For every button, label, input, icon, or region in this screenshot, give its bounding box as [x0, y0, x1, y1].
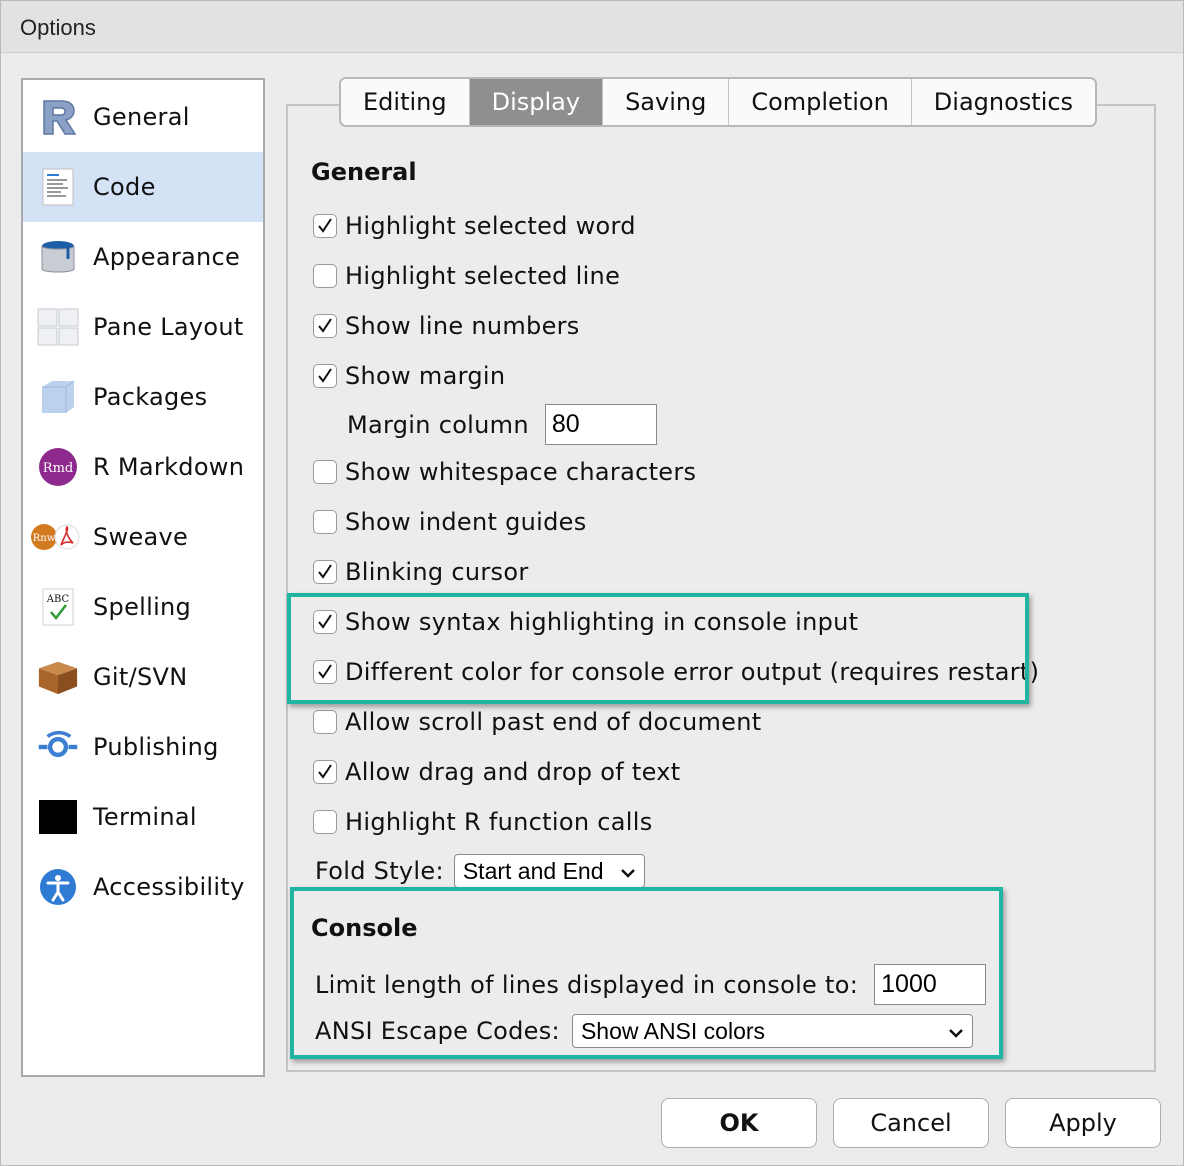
sidebar-item-appearance[interactable]: Appearance: [23, 222, 263, 292]
sidebar-item-publishing[interactable]: Publishing: [23, 712, 263, 782]
sidebar-item-label: Git/SVN: [93, 663, 188, 691]
checkbox[interactable]: [313, 264, 337, 288]
sidebar-item-label: Spelling: [93, 593, 192, 621]
option-show-line-numbers[interactable]: Show line numbers: [313, 311, 580, 341]
tab-editing[interactable]: Editing: [341, 79, 470, 125]
fold-style-row: Fold Style: Start and End: [315, 854, 645, 888]
option-label: Show indent guides: [345, 508, 587, 536]
highlight-box-console-section: [290, 887, 1003, 1059]
sidebar-item-sweave[interactable]: Rnw Sweave: [23, 502, 263, 572]
tab-saving[interactable]: Saving: [603, 79, 730, 125]
option-show-whitespace[interactable]: Show whitespace characters: [313, 457, 696, 487]
option-blinking-cursor[interactable]: Blinking cursor: [313, 557, 528, 587]
code-document-icon: [37, 166, 79, 208]
checkbox[interactable]: [313, 760, 337, 784]
checkbox[interactable]: [313, 364, 337, 388]
sweave-icon-text: Rnw: [33, 533, 56, 544]
tab-diagnostics[interactable]: Diagnostics: [911, 79, 1096, 125]
fold-style-select[interactable]: Start and End: [453, 854, 645, 888]
sidebar-item-code[interactable]: Code: [23, 152, 263, 222]
checkbox[interactable]: [313, 510, 337, 534]
fold-style-label: Fold Style:: [315, 857, 444, 885]
sidebar-item-label: Code: [93, 173, 156, 201]
option-show-margin[interactable]: Show margin: [313, 361, 505, 391]
apply-button[interactable]: Apply: [1005, 1098, 1161, 1148]
option-drag-and-drop[interactable]: Allow drag and drop of text: [313, 757, 681, 787]
sidebar: General Code Appearance Pane Layout Pack…: [21, 78, 265, 1077]
sidebar-item-label: Sweave: [93, 523, 189, 551]
highlight-box-console-options: [287, 593, 1029, 704]
checkbox[interactable]: [313, 314, 337, 338]
sidebar-item-general[interactable]: General: [23, 82, 263, 152]
sidebar-item-label: Terminal: [93, 803, 197, 831]
option-label: Highlight R function calls: [345, 808, 653, 836]
option-label: Highlight selected line: [345, 262, 621, 290]
option-label: Show line numbers: [345, 312, 580, 340]
option-label: Show margin: [345, 362, 506, 390]
tab-display[interactable]: Display: [469, 79, 604, 125]
sidebar-item-spelling[interactable]: ABC Spelling: [23, 572, 263, 642]
general-section-title: General: [311, 158, 417, 186]
option-scroll-past-end[interactable]: Allow scroll past end of document: [313, 707, 761, 737]
checkbox[interactable]: [313, 560, 337, 584]
title-bar: Options: [1, 1, 1183, 53]
option-highlight-selected-line[interactable]: Highlight selected line: [313, 261, 620, 291]
option-highlight-function-calls[interactable]: Highlight R function calls: [313, 807, 653, 837]
margin-column-label: Margin column: [347, 410, 529, 439]
sidebar-item-git-svn[interactable]: Git/SVN: [23, 642, 263, 712]
option-label: Allow scroll past end of document: [345, 708, 762, 736]
checkbox[interactable]: [313, 710, 337, 734]
checkbox[interactable]: [313, 460, 337, 484]
sidebar-item-pane-layout[interactable]: Pane Layout: [23, 292, 263, 362]
option-label: Show whitespace characters: [345, 458, 697, 486]
sidebar-item-packages[interactable]: Packages: [23, 362, 263, 432]
paint-bucket-icon: [37, 236, 79, 278]
ok-button[interactable]: OK: [661, 1098, 817, 1148]
chevron-down-icon: [620, 858, 636, 885]
option-show-indent-guides[interactable]: Show indent guides: [313, 507, 587, 537]
option-highlight-selected-word[interactable]: Highlight selected word: [313, 211, 636, 241]
cancel-button[interactable]: Cancel: [833, 1098, 989, 1148]
git-box-icon: [37, 656, 79, 698]
spelling-icon-text: ABC: [46, 594, 70, 605]
window-title: Options: [20, 15, 96, 40]
rmd-icon: Rmd: [37, 446, 79, 488]
sidebar-item-label: Appearance: [93, 243, 241, 271]
sidebar-item-label: R Markdown: [93, 453, 245, 481]
tab-completion[interactable]: Completion: [729, 79, 912, 125]
package-box-icon: [37, 376, 79, 418]
margin-column-input[interactable]: 80: [544, 404, 657, 445]
sidebar-item-label: Pane Layout: [93, 313, 244, 341]
option-label: Blinking cursor: [345, 558, 529, 586]
publishing-icon: [37, 726, 79, 768]
option-label: Highlight selected word: [345, 212, 636, 240]
accessibility-icon: [37, 866, 79, 908]
options-dialog: Options General Code Appearance Pane Lay…: [0, 0, 1184, 1166]
checkbox[interactable]: [313, 214, 337, 238]
sidebar-item-label: Accessibility: [93, 873, 245, 901]
margin-column-row: Margin column 80: [347, 404, 657, 445]
checkbox[interactable]: [313, 810, 337, 834]
sidebar-item-label: Packages: [93, 383, 208, 411]
sidebar-item-label: Publishing: [93, 733, 219, 761]
sidebar-item-r-markdown[interactable]: Rmd R Markdown: [23, 432, 263, 502]
terminal-icon: [37, 796, 79, 838]
r-logo-icon: [37, 96, 79, 138]
sidebar-item-label: General: [93, 103, 190, 131]
sidebar-item-terminal[interactable]: Terminal: [23, 782, 263, 852]
fold-style-value: Start and End: [462, 857, 604, 884]
tab-bar: Editing Display Saving Completion Diagno…: [339, 77, 1098, 127]
rmd-icon-text: Rmd: [43, 461, 73, 476]
sweave-rnw-icon: Rnw: [29, 516, 81, 558]
spelling-abc-icon: ABC: [37, 586, 79, 628]
pane-grid-icon: [37, 306, 79, 348]
sidebar-item-accessibility[interactable]: Accessibility: [23, 852, 263, 922]
option-label: Allow drag and drop of text: [345, 758, 681, 786]
